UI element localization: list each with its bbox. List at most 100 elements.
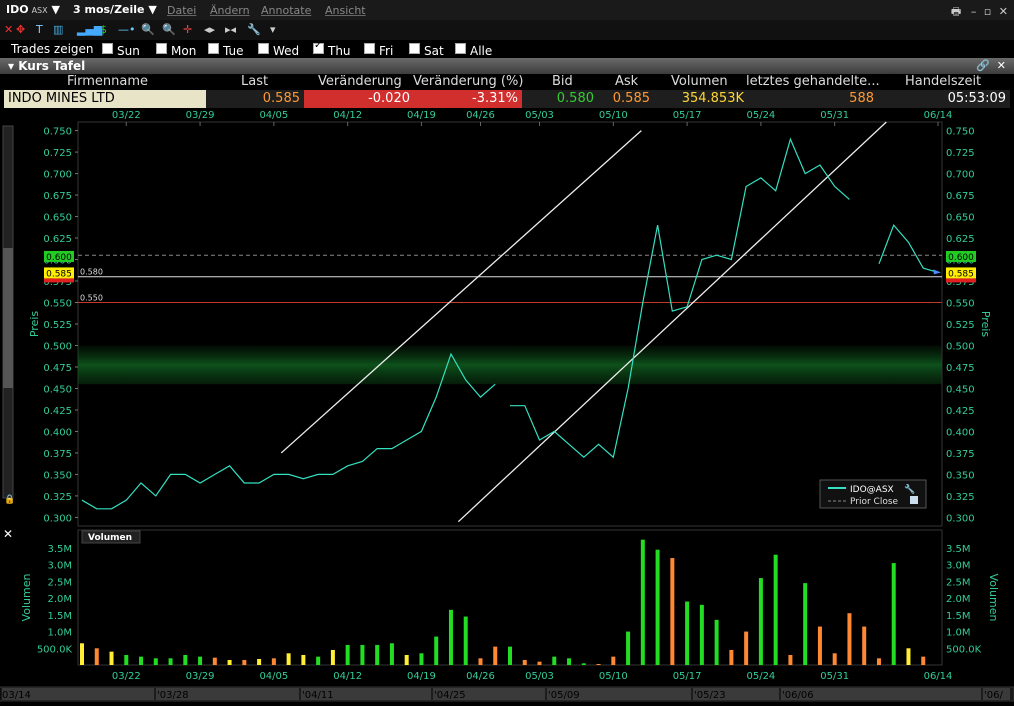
line-tool-icon[interactable]: —• — [118, 23, 136, 36]
price-tick-right: 0.625 — [946, 234, 975, 245]
trendline-0[interactable] — [280, 130, 642, 454]
price-tick-right: 0.450 — [946, 384, 975, 395]
price-scroll-thumb[interactable] — [3, 248, 13, 388]
price-tick-left: 0.300 — [43, 513, 72, 524]
volume-bar — [345, 644, 350, 665]
checkbox-sat[interactable]: Sat — [409, 42, 444, 58]
volume-close-icon[interactable]: ✕ — [3, 527, 13, 541]
volume-bar — [316, 656, 321, 665]
legend-settings-icon[interactable]: 🔧 — [904, 483, 915, 495]
dollar-icon[interactable]: $ — [100, 23, 107, 36]
price-tick-left: 0.750 — [43, 127, 72, 138]
price-line-segment — [878, 223, 939, 273]
volume-icon[interactable]: ▂▄▆ — [77, 23, 102, 36]
checkbox-box[interactable] — [409, 43, 420, 54]
menu-datei[interactable]: Datei — [167, 4, 196, 17]
quote-row[interactable]: INDO MINES LTD 0.585 -0.020 -3.31% 0.580… — [0, 90, 1014, 108]
bottom-date-label: 05/31 — [820, 671, 849, 682]
checkbox-box[interactable] — [156, 43, 167, 54]
checkbox-box[interactable] — [455, 43, 466, 54]
top-date-label: 04/26 — [466, 110, 495, 121]
timeline-date: '04/25 — [434, 690, 466, 701]
col-last-size[interactable]: letztes gehandelte... — [746, 74, 880, 89]
top-date-label: 03/22 — [112, 110, 141, 121]
crosshair-icon[interactable]: ✛ — [183, 23, 192, 36]
checkbox-sun[interactable]: Sun — [102, 42, 140, 58]
menu-aendern[interactable]: Ändern — [210, 4, 250, 17]
zoom-in-icon[interactable]: 🔍 — [141, 23, 155, 36]
volume-plot-frame — [77, 529, 943, 666]
checkbox-alle[interactable]: Alle — [455, 42, 492, 58]
volume-bar — [729, 649, 734, 665]
volume-bar — [876, 658, 881, 665]
price-tick-right: 0.750 — [946, 127, 975, 138]
bid-tag-text-left: 0.600 — [46, 253, 72, 263]
time-scroll-thumb[interactable] — [2, 688, 1010, 700]
scroll-left-icon[interactable]: ◂▸ — [204, 23, 215, 36]
col-firmenname[interactable]: Firmenname — [67, 74, 148, 89]
toolbar-dropdown-icon[interactable]: ▾ — [270, 23, 276, 36]
volume-bar — [493, 646, 498, 665]
company-name: INDO MINES LTD — [4, 90, 206, 108]
col-handelszeit[interactable]: Handelszeit — [905, 74, 981, 89]
checkbox-box[interactable] — [208, 43, 219, 54]
top-date-label: 05/10 — [599, 110, 628, 121]
volume-bar — [832, 653, 837, 665]
zoom-out-icon[interactable]: 🔍 — [162, 23, 176, 36]
checkbox-wed[interactable]: Wed — [258, 42, 299, 58]
col-veraenderung-pct[interactable]: Veränderung (%) — [413, 74, 523, 89]
panel-title[interactable]: ▾ Kurs Tafel — [8, 59, 85, 73]
period-selector[interactable]: 3 mos/Zeile ▼ — [73, 3, 157, 16]
wrench-icon[interactable]: 🔧 — [247, 23, 261, 36]
legend-prior-checkbox[interactable] — [910, 496, 918, 504]
trade-time: 05:53:09 — [878, 90, 1010, 108]
expand-icon[interactable]: ▸◂ — [225, 23, 236, 36]
col-bid[interactable]: Bid — [552, 74, 573, 89]
last-tag-text-left: 0.585 — [46, 269, 72, 279]
chart-svg[interactable]: 🔒 ✕ 0.300 0.300 0.325 0.325 0.350 0.350 0.375 0.3… — [0, 108, 1014, 702]
chart-area[interactable]: 🔒 ✕ 0.300 0.300 0.325 0.325 0.350 0.350 0.375 0.3… — [0, 108, 1014, 702]
lock-icon[interactable]: 🔒 — [4, 494, 15, 505]
volume-bar — [463, 616, 468, 665]
col-last[interactable]: Last — [241, 74, 268, 89]
volume-bar — [124, 654, 129, 665]
volume-bar — [94, 648, 99, 665]
link-icon[interactable]: 🔗 — [976, 59, 990, 72]
minimize-icon[interactable]: – — [971, 5, 977, 18]
checkbox-box[interactable] — [102, 43, 113, 54]
checkbox-box[interactable] — [364, 43, 375, 54]
symbol-selector[interactable]: IDO ASX ▼ — [6, 3, 60, 16]
text-tool-icon[interactable]: T — [36, 23, 43, 36]
checkbox-tue[interactable]: Tue — [208, 42, 244, 58]
price-tick-right: 0.350 — [946, 470, 975, 481]
col-ask[interactable]: Ask — [615, 74, 638, 89]
checkbox-mon[interactable]: Mon — [156, 42, 196, 58]
panel-close-icon[interactable]: ✕ — [997, 59, 1006, 72]
restore-icon[interactable]: ▫ — [984, 5, 991, 18]
menu-ansicht[interactable]: Ansicht — [325, 4, 366, 17]
checkbox-fri[interactable]: Fri — [364, 42, 393, 58]
checkbox-box[interactable] — [313, 40, 324, 54]
print-icon[interactable]: 🖶 — [951, 5, 961, 18]
volume-tick-right: 1.5M — [946, 611, 971, 622]
move-icon[interactable]: ✥ — [16, 23, 25, 36]
price-tick-right: 0.425 — [946, 406, 975, 417]
price-tick-right: 0.375 — [946, 449, 975, 460]
change-percent: -3.31% — [414, 90, 522, 108]
legend-entry-prior: Prior Close — [850, 497, 899, 507]
volume-bar — [862, 626, 867, 665]
col-volumen[interactable]: Volumen — [671, 74, 728, 89]
col-veraenderung[interactable]: Veränderung — [318, 74, 402, 89]
crosshair-delete-icon[interactable]: ✕ — [4, 23, 13, 36]
volume-bar — [227, 659, 232, 665]
trendline-1[interactable] — [457, 121, 887, 523]
volume-bar — [685, 601, 690, 665]
volume-bar — [906, 648, 911, 665]
checkbox-box[interactable] — [258, 43, 269, 54]
bottom-date-label: 05/24 — [746, 671, 775, 682]
bar-chart-icon[interactable]: ▥ — [53, 23, 63, 36]
price-tick-left: 0.525 — [43, 320, 72, 331]
close-icon[interactable]: ✕ — [999, 5, 1008, 18]
checkbox-thu[interactable]: Thu — [313, 40, 351, 58]
menu-annotate[interactable]: Annotate — [261, 4, 311, 17]
